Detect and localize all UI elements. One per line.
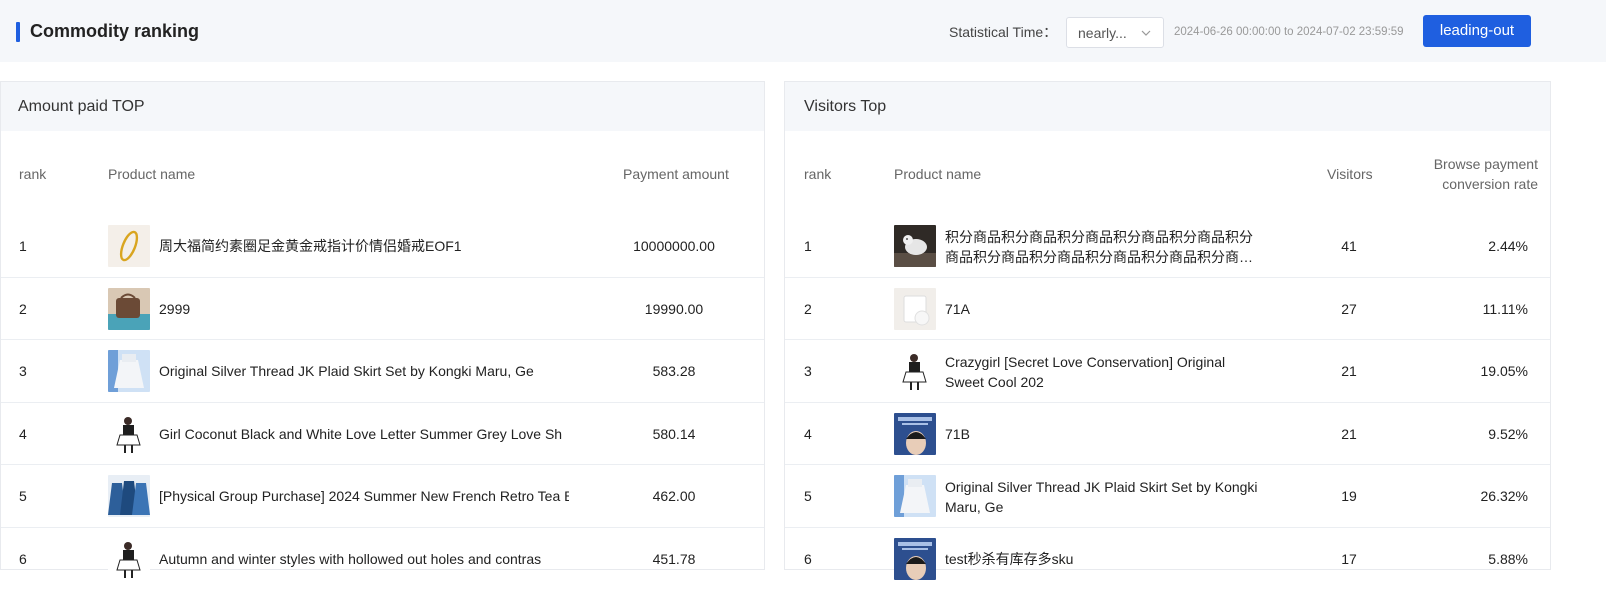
rank-cell: 5: [804, 488, 812, 505]
column-header-product: Product name: [108, 166, 196, 182]
time-range-select[interactable]: nearly...: [1066, 17, 1164, 48]
product-thumbnail: [108, 350, 150, 393]
rank-cell: 6: [804, 550, 812, 567]
visitors-cell: 21: [1341, 425, 1357, 442]
product-name: 2999: [159, 300, 191, 317]
visitors-cell: 19: [1341, 488, 1357, 505]
column-header-visitors: Visitors: [1327, 166, 1373, 182]
rank-cell: 2: [19, 300, 27, 317]
panel-title: Amount paid TOP: [1, 82, 764, 131]
product-thumbnail: [894, 412, 936, 455]
rank-cell: 4: [804, 425, 812, 442]
panel-title: Visitors Top: [785, 82, 1550, 131]
table-row: 3 Original Silver Thread JK Plaid Skirt S…: [1, 340, 764, 403]
export-button[interactable]: leading-out: [1423, 15, 1531, 47]
payment-amount-cell: 462.00: [652, 488, 696, 505]
column-header-payment-amount: Payment amount: [623, 166, 729, 182]
product-thumbnail: [894, 225, 936, 267]
product-name: 71B: [945, 425, 970, 442]
payment-amount-cell: 583.28: [652, 363, 696, 380]
product-name: 71A: [945, 300, 970, 317]
product-name: [Physical Group Purchase] 2024 Summer Ne…: [159, 488, 569, 505]
page-title: Commodity ranking: [30, 21, 200, 41]
table-row: 2 71A 27 11.11%: [785, 278, 1550, 341]
conversion-rate-cell: 5.88%: [1488, 550, 1528, 567]
column-header-rank: rank: [804, 166, 832, 182]
product-thumbnail: [108, 225, 150, 267]
conversion-rate-cell: 11.11%: [1482, 300, 1528, 317]
table-row: 4 71B 21 9.52%: [785, 403, 1550, 466]
rank-cell: 4: [19, 425, 27, 442]
product-thumbnail: [108, 412, 150, 455]
rank-cell: 5: [19, 488, 27, 505]
table-header: rank Product name Visitors Browse paymen…: [785, 131, 1550, 215]
conversion-rate-cell: 2.44%: [1488, 238, 1528, 254]
column-header-conversion-rate: Browse payment conversion rate: [1434, 154, 1538, 194]
table-row: 1 周大福简约素圈足金黄金戒指计价情侣婚戒EOF1 10000000.00: [1, 215, 764, 278]
visitors-cell: 41: [1341, 238, 1357, 254]
product-name: Crazygirl [Secret Love Conservation] Ori…: [945, 354, 1226, 391]
conversion-rate-cell: 9.52%: [1488, 425, 1528, 442]
table-row: 3 Crazygirl [Secret Love Conservation] Or…: [785, 340, 1550, 403]
payment-amount-cell: 19990.00: [644, 300, 704, 317]
payment-amount-cell: 451.78: [652, 550, 696, 567]
rank-cell: 1: [804, 238, 812, 254]
rank-cell: 6: [19, 550, 27, 567]
table-row: 6 Autumn and winter styles with hollowed …: [1, 528, 764, 591]
rank-cell: 1: [19, 238, 27, 254]
product-name: Original Silver Thread JK Plaid Skirt Se…: [945, 479, 1258, 516]
amount-paid-panel: Amount paid TOP rank Product name Paymen…: [0, 81, 765, 580]
conversion-rate-cell: 26.32%: [1480, 488, 1528, 505]
visitors-table-body: 1 积分商品积分商品积分商品积分商品积分商品积分商品积分商品积分商品积分商品积分商…: [785, 215, 1550, 591]
table-row: 2 2999 19990.00: [1, 278, 764, 341]
product-thumbnail: [894, 350, 936, 393]
table-row: 1 积分商品积分商品积分商品积分商品积分商品积分商品积分商品积分商品积分商品积分商…: [785, 215, 1550, 278]
product-thumbnail: [108, 537, 150, 580]
date-range-text: 2024-06-26 00:00:00 to 2024-07-02 23:59:…: [1174, 26, 1404, 38]
product-thumbnail: [894, 537, 936, 580]
table-row: 6 test秒杀有库存多sku 17 5.88%: [785, 528, 1550, 591]
time-range-select-value: nearly...: [1078, 24, 1127, 41]
product-thumbnail: [894, 475, 936, 518]
column-header-product: Product name: [894, 166, 982, 182]
page-header: Commodity ranking Statistical Time： near…: [0, 0, 1606, 62]
table-row: 5 [Physical Group Purchase] 2024 Summer N…: [1, 465, 764, 528]
column-header-conversion-line1: Browse payment: [1433, 156, 1538, 172]
table-header: rank Product name Payment amount: [1, 131, 764, 215]
rank-cell: 3: [804, 363, 812, 380]
product-thumbnail: [108, 287, 150, 330]
column-header-conversion-line2: conversion rate: [1442, 176, 1538, 192]
product-name: 周大福简约素圈足金黄金戒指计价情侣婚戒EOF1: [159, 238, 462, 254]
product-thumbnail: [108, 475, 150, 518]
table-row: 5 Original Silver Thread JK Plaid Skirt S…: [785, 465, 1550, 528]
statistical-time-label: Statistical Time：: [949, 24, 1058, 40]
product-name: Girl Coconut Black and White Love Letter…: [159, 425, 563, 442]
product-name: 积分商品积分商品积分商品积分商品积分商品积分商品积分商品积分商品积分商品积分商品…: [945, 229, 1253, 265]
amount-table-body: 1 周大福简约素圈足金黄金戒指计价情侣婚戒EOF1 10000000.00 2 2999…: [1, 215, 764, 591]
rank-cell: 3: [19, 363, 27, 380]
product-name: Autumn and winter styles with hollowed o…: [159, 550, 542, 567]
product-name: Original Silver Thread JK Plaid Skirt Se…: [159, 363, 534, 380]
visitors-cell: 21: [1341, 363, 1357, 380]
product-thumbnail: [894, 287, 936, 330]
payment-amount-cell: 10000000.00: [633, 238, 715, 254]
product-name: test秒杀有库存多sku: [945, 550, 1074, 567]
column-header-rank: rank: [19, 166, 47, 182]
visitors-cell: 17: [1341, 550, 1357, 567]
payment-amount-cell: 580.14: [652, 425, 696, 442]
chevron-down-icon: [1141, 30, 1151, 36]
rank-cell: 2: [804, 300, 812, 317]
visitors-panel: Visitors Top rank Product name Visitors …: [784, 81, 1551, 580]
title-accent-bar: [16, 22, 20, 42]
conversion-rate-cell: 19.05%: [1480, 363, 1528, 380]
visitors-cell: 27: [1341, 300, 1357, 317]
table-row: 4 Girl Coconut Black and White Love Lette…: [1, 403, 764, 466]
